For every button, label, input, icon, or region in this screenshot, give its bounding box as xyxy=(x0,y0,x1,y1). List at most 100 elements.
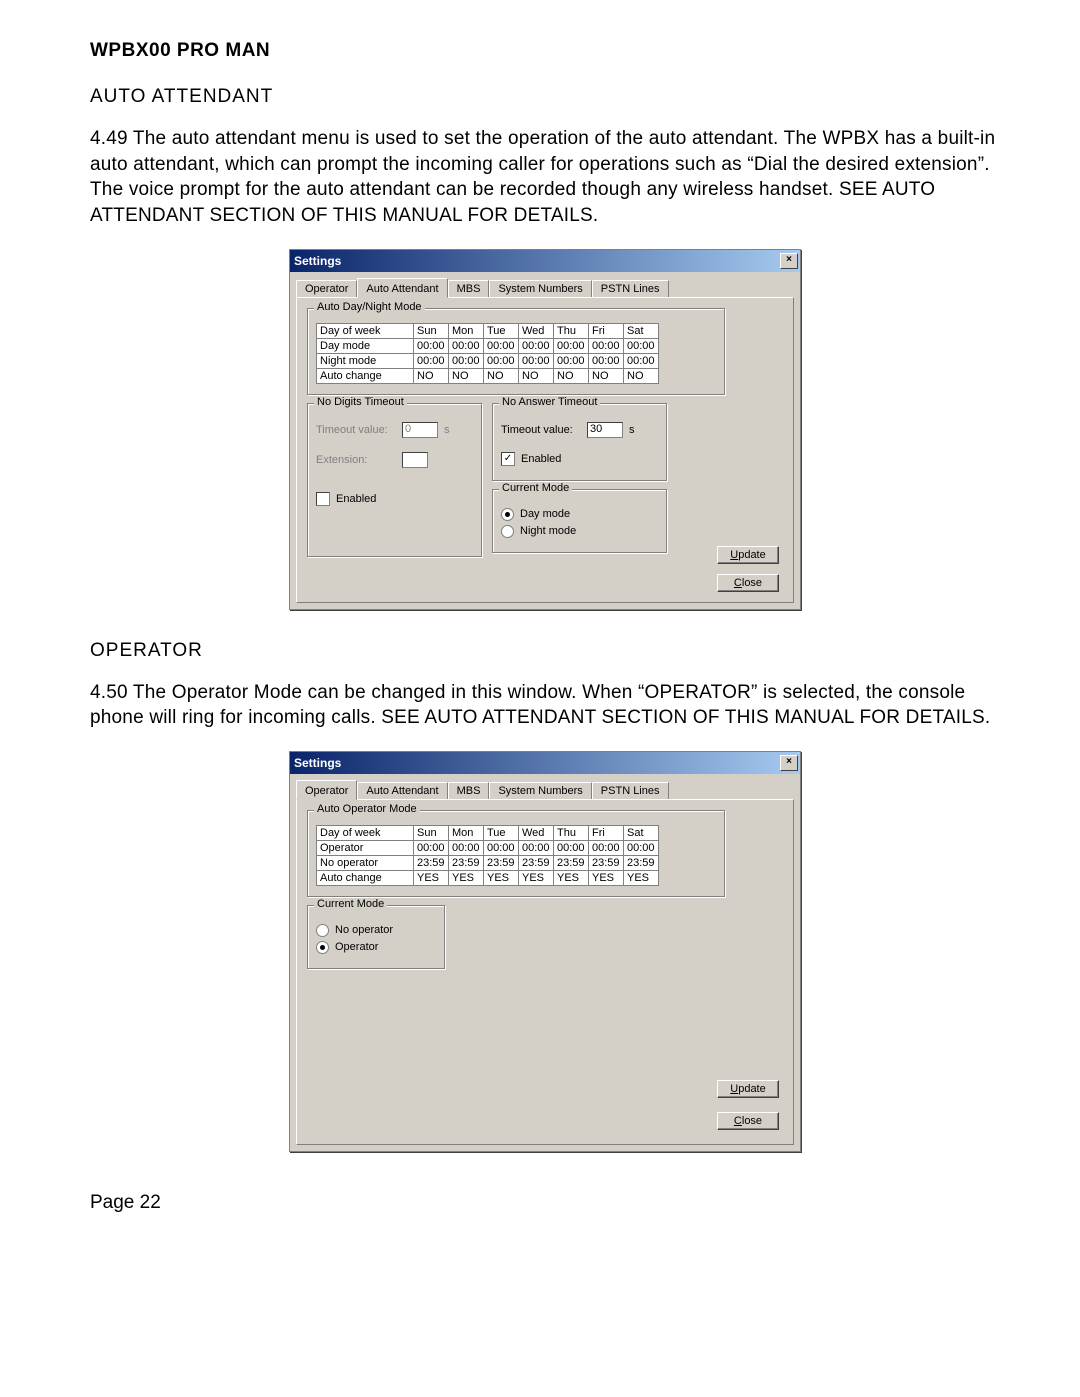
cell[interactable]: YES xyxy=(414,870,449,885)
table-row: Auto change YES YES YES YES YES YES YES xyxy=(317,870,659,885)
radio-no-operator[interactable] xyxy=(316,924,329,937)
tab-operator[interactable]: Operator xyxy=(296,280,357,297)
cell[interactable]: NO xyxy=(414,368,449,383)
cell[interactable]: 00:00 xyxy=(484,338,519,353)
cell[interactable]: 23:59 xyxy=(624,855,659,870)
cell[interactable]: 23:59 xyxy=(589,855,624,870)
settings-window-auto-attendant: Settings × Operator Auto Attendant MBS S… xyxy=(289,249,801,610)
radio-night-mode[interactable] xyxy=(501,525,514,538)
day-header[interactable]: Sat xyxy=(624,323,659,338)
button-stack: Update Close xyxy=(717,546,779,592)
cell[interactable]: 23:59 xyxy=(484,855,519,870)
day-header[interactable]: Tue xyxy=(484,323,519,338)
row-header: Operator xyxy=(317,840,414,855)
cell[interactable]: 00:00 xyxy=(519,338,554,353)
cell[interactable]: 00:00 xyxy=(589,353,624,368)
day-header[interactable]: Sat xyxy=(624,825,659,840)
day-header[interactable]: Wed xyxy=(519,323,554,338)
cell[interactable]: NO xyxy=(519,368,554,383)
day-header[interactable]: Thu xyxy=(554,323,589,338)
cell[interactable]: 00:00 xyxy=(414,840,449,855)
cell[interactable]: 00:00 xyxy=(624,353,659,368)
tab-system-numbers[interactable]: System Numbers xyxy=(489,782,591,799)
cell[interactable]: 00:00 xyxy=(484,353,519,368)
update-button[interactable]: Update xyxy=(717,1080,779,1098)
tab-strip: Operator Auto Attendant MBS System Numbe… xyxy=(290,272,800,297)
cell[interactable]: 00:00 xyxy=(484,840,519,855)
cell[interactable]: 00:00 xyxy=(624,338,659,353)
group-auto-day-night: Auto Day/Night Mode Day of week Sun Mon … xyxy=(307,308,725,395)
day-header[interactable]: Wed xyxy=(519,825,554,840)
table-row: Night mode 00:00 00:00 00:00 00:00 00:00… xyxy=(317,353,659,368)
cell[interactable]: YES xyxy=(519,870,554,885)
tab-strip: Operator Auto Attendant MBS System Numbe… xyxy=(290,774,800,799)
cell[interactable]: 00:00 xyxy=(589,338,624,353)
day-header[interactable]: Thu xyxy=(554,825,589,840)
cell[interactable]: 00:00 xyxy=(414,353,449,368)
update-button[interactable]: Update xyxy=(717,546,779,564)
cell[interactable]: 00:00 xyxy=(449,840,484,855)
table-row: Day mode 00:00 00:00 00:00 00:00 00:00 0… xyxy=(317,338,659,353)
cell[interactable]: NO xyxy=(554,368,589,383)
button-stack: Update Close xyxy=(717,1080,779,1130)
cell[interactable]: 00:00 xyxy=(589,840,624,855)
close-button[interactable]: Close xyxy=(717,574,779,592)
tab-pstn-lines[interactable]: PSTN Lines xyxy=(592,280,669,297)
tab-system-numbers[interactable]: System Numbers xyxy=(489,280,591,297)
close-icon[interactable]: × xyxy=(780,253,798,269)
extension-label: Extension: xyxy=(316,454,396,466)
radio-operator[interactable] xyxy=(316,941,329,954)
schedule-table: Day of week Sun Mon Tue Wed Thu Fri Sat … xyxy=(316,323,659,384)
tab-operator[interactable]: Operator xyxy=(296,780,357,800)
row-header: Auto change xyxy=(317,870,414,885)
close-button[interactable]: Close xyxy=(717,1112,779,1130)
cell[interactable]: 00:00 xyxy=(554,353,589,368)
day-header[interactable]: Fri xyxy=(589,825,624,840)
close-icon[interactable]: × xyxy=(780,755,798,771)
cell[interactable]: NO xyxy=(624,368,659,383)
cell[interactable]: 00:00 xyxy=(519,353,554,368)
cell[interactable]: 00:00 xyxy=(449,353,484,368)
day-header[interactable]: Sun xyxy=(414,825,449,840)
cell[interactable]: 23:59 xyxy=(414,855,449,870)
cell[interactable]: 00:00 xyxy=(554,840,589,855)
cell[interactable]: 23:59 xyxy=(519,855,554,870)
cell[interactable]: YES xyxy=(624,870,659,885)
tab-mbs[interactable]: MBS xyxy=(448,782,490,799)
cell[interactable]: 00:00 xyxy=(554,338,589,353)
row-header: Day of week xyxy=(317,323,414,338)
cell[interactable]: NO xyxy=(484,368,519,383)
tab-auto-attendant[interactable]: Auto Attendant xyxy=(357,782,447,799)
tab-pstn-lines[interactable]: PSTN Lines xyxy=(592,782,669,799)
timeout-value-input[interactable]: 30 xyxy=(587,422,623,438)
cell[interactable]: NO xyxy=(589,368,624,383)
cell[interactable]: 23:59 xyxy=(449,855,484,870)
cell[interactable]: 00:00 xyxy=(414,338,449,353)
radio-day-mode[interactable] xyxy=(501,508,514,521)
cell[interactable]: NO xyxy=(449,368,484,383)
cell[interactable]: YES xyxy=(589,870,624,885)
extension-input[interactable] xyxy=(402,452,428,468)
day-header[interactable]: Sun xyxy=(414,323,449,338)
table-row: Day of week Sun Mon Tue Wed Thu Fri Sat xyxy=(317,323,659,338)
cell[interactable]: 00:00 xyxy=(449,338,484,353)
group-no-digits-timeout: No Digits Timeout Timeout value: 0 s Ext… xyxy=(307,403,482,557)
timeout-value-input[interactable]: 0 xyxy=(402,422,438,438)
cell[interactable]: 00:00 xyxy=(519,840,554,855)
cell[interactable]: YES xyxy=(554,870,589,885)
cell[interactable]: YES xyxy=(484,870,519,885)
cell[interactable]: 00:00 xyxy=(624,840,659,855)
tab-auto-attendant[interactable]: Auto Attendant xyxy=(357,278,447,298)
unit-label: s xyxy=(444,424,450,436)
window-title: Settings xyxy=(294,756,341,770)
cell[interactable]: YES xyxy=(449,870,484,885)
page-number: Page 22 xyxy=(90,1192,1000,1214)
enabled-checkbox[interactable]: ✓ xyxy=(501,452,515,466)
day-header[interactable]: Fri xyxy=(589,323,624,338)
enabled-checkbox[interactable] xyxy=(316,492,330,506)
cell[interactable]: 23:59 xyxy=(554,855,589,870)
tab-mbs[interactable]: MBS xyxy=(448,280,490,297)
day-header[interactable]: Tue xyxy=(484,825,519,840)
day-header[interactable]: Mon xyxy=(449,323,484,338)
day-header[interactable]: Mon xyxy=(449,825,484,840)
